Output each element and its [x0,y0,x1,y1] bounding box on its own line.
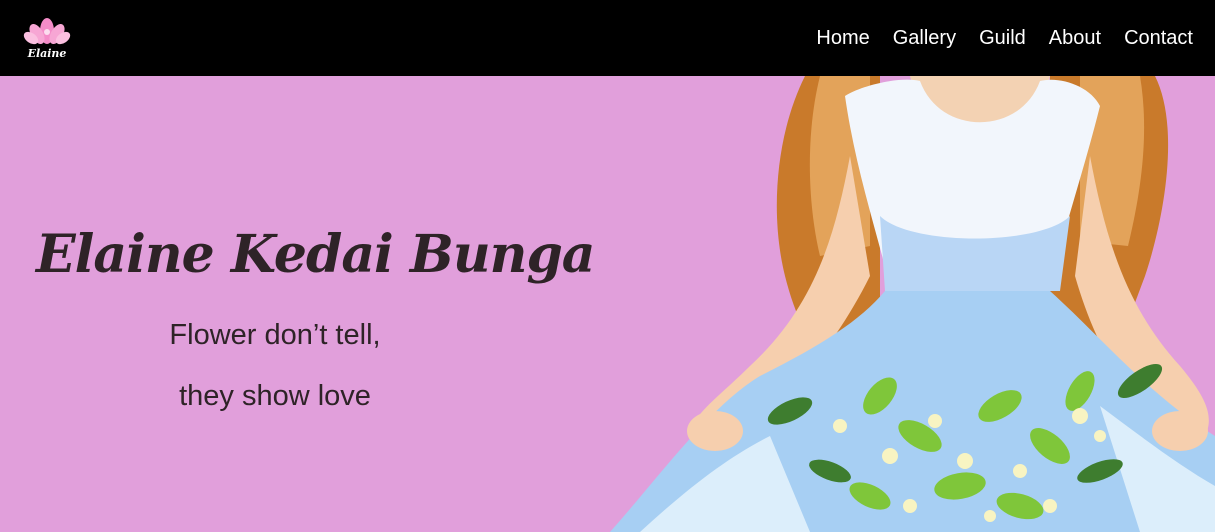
hero-tagline-line2: they show love [179,380,371,412]
nav-guild[interactable]: Guild [979,27,1026,50]
nav-contact[interactable]: Contact [1124,27,1193,50]
hero-tagline-line1: Flower don’t tell, [169,319,381,351]
girl-with-bouquet-illustration [610,76,1215,532]
hero-illustration [580,76,1215,532]
brand-logo[interactable]: Elaine [22,13,72,63]
nav-home[interactable]: Home [816,27,869,50]
navbar: Elaine Home Gallery Guild About Contact [0,0,1215,76]
main-nav: Home Gallery Guild About Contact [816,27,1193,50]
nav-about[interactable]: About [1049,27,1101,50]
hero-title: Elaine Kedai Bunga [36,224,596,285]
nav-gallery[interactable]: Gallery [893,27,956,50]
hero-section: Elaine Kedai Bunga Flower don’t tell, th… [0,76,1215,532]
logo-text: Elaine [27,47,67,60]
